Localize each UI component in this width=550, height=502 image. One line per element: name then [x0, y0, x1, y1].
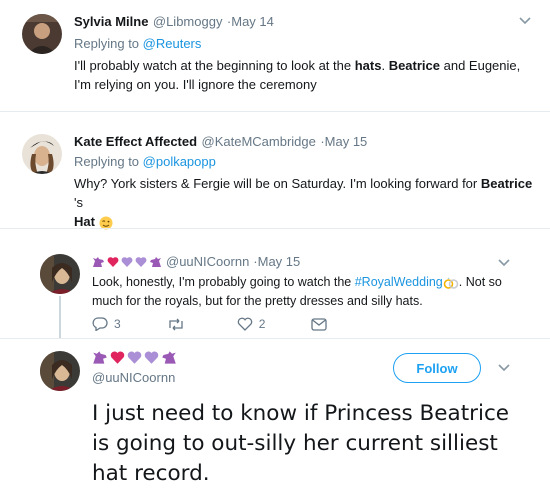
avatar[interactable]: [40, 254, 80, 294]
tweet-text: Look, honestly, I'm probably going to wa…: [92, 273, 522, 311]
reply-target-link[interactable]: @polkapopp: [143, 154, 216, 169]
text-bold: Beatrice: [388, 58, 440, 73]
dm-button[interactable]: [311, 317, 328, 331]
thread-connector: [59, 296, 61, 338]
replying-to: Replying to @Reuters: [74, 36, 201, 51]
heart-emoji: [127, 351, 142, 365]
replying-to: Replying to @polkapopp: [74, 154, 216, 169]
unicorn-emoji: [93, 351, 107, 364]
display-name-emoji-row: [92, 350, 177, 365]
text-bold: Beatrice: [480, 176, 533, 191]
text-segment: Look, honestly, I'm probably going to wa…: [92, 275, 355, 289]
avatar[interactable]: [40, 351, 80, 391]
tweet-actions: 3 2: [92, 317, 373, 331]
divider: [0, 228, 550, 229]
dm-icon: [311, 317, 328, 331]
user-handle[interactable]: @Libmoggy: [153, 14, 223, 29]
retweet-button[interactable]: [167, 318, 191, 331]
text-bold: hats: [354, 58, 382, 73]
user-handle[interactable]: @KateMCambridge: [202, 134, 316, 149]
tweet-header: @uuNICoornn ·May 15: [92, 254, 300, 269]
text-bold: Hat: [74, 214, 95, 229]
heart-emoji: [121, 256, 133, 267]
display-name-emoji[interactable]: [92, 256, 162, 268]
text-segment: I'll probably watch at the beginning to …: [74, 58, 355, 73]
like-icon: [237, 317, 252, 331]
heart-emoji: [107, 256, 119, 267]
tweet-text: I'll probably watch at the beginning to …: [74, 56, 534, 94]
reply-count: 3: [114, 317, 121, 331]
display-name[interactable]: Sylvia Milne: [74, 14, 148, 29]
tweet-date[interactable]: ·May 14: [227, 14, 274, 29]
unicorn-emoji: [93, 256, 104, 267]
tweet-uunicoornn-1[interactable]: @uuNICoornn ·May 15 Look, honestly, I'm …: [0, 238, 550, 338]
display-name[interactable]: Kate Effect Affected: [74, 134, 197, 149]
avatar[interactable]: [22, 14, 62, 54]
avatar[interactable]: [22, 134, 62, 174]
follow-button[interactable]: Follow: [393, 353, 481, 383]
tweet-uunicoornn-2[interactable]: @uuNICoornn Follow I just need to know i…: [0, 339, 550, 502]
heart-emoji: [135, 256, 147, 267]
tweet-date[interactable]: ·May 15: [253, 254, 300, 269]
tweet-text: Why? York sisters & Fergie will be on Sa…: [74, 174, 534, 231]
text-segment: 's: [74, 195, 83, 210]
replying-to-prefix: Replying to: [74, 36, 143, 51]
hashtag-link[interactable]: #RoyalWedding: [355, 275, 443, 289]
replying-to-prefix: Replying to: [74, 154, 143, 169]
tweet-text-large: I just need to know if Princess Beatrice…: [92, 401, 510, 486]
chevron-down-icon[interactable]: [497, 363, 511, 373]
heart-emoji: [144, 351, 159, 365]
chevron-down-icon[interactable]: [518, 16, 532, 26]
text-segment: .: [381, 58, 389, 73]
heart-emoji: [110, 351, 125, 365]
like-button[interactable]: 2: [237, 317, 266, 331]
tweet-date[interactable]: ·May 15: [320, 134, 367, 149]
user-handle[interactable]: @uuNICoornn: [92, 370, 175, 385]
unicorn-emoji: [150, 256, 161, 267]
reply-icon: [92, 317, 108, 331]
tweet-header: Sylvia Milne @Libmoggy ·May 14: [74, 13, 274, 31]
chevron-down-icon[interactable]: [497, 258, 511, 268]
unicorn-emoji: [162, 351, 176, 364]
tweet-kate-effect-affected[interactable]: Kate Effect Affected @KateMCambridge ·Ma…: [0, 112, 550, 230]
reply-target-link[interactable]: @Reuters: [143, 36, 202, 51]
text-segment: Why? York sisters & Fergie will be on Sa…: [74, 176, 481, 191]
tweet-sylvia-milne[interactable]: Sylvia Milne @Libmoggy ·May 14 Replying …: [0, 0, 550, 110]
reply-button[interactable]: 3: [92, 317, 121, 331]
like-count: 2: [258, 317, 266, 331]
rings-emoji: [443, 277, 459, 289]
user-handle[interactable]: @uuNICoornn: [166, 254, 249, 269]
display-name-emoji[interactable]: [92, 349, 177, 367]
tweet-header: Kate Effect Affected @KateMCambridge ·Ma…: [74, 133, 367, 151]
retweet-icon: [169, 318, 183, 330]
